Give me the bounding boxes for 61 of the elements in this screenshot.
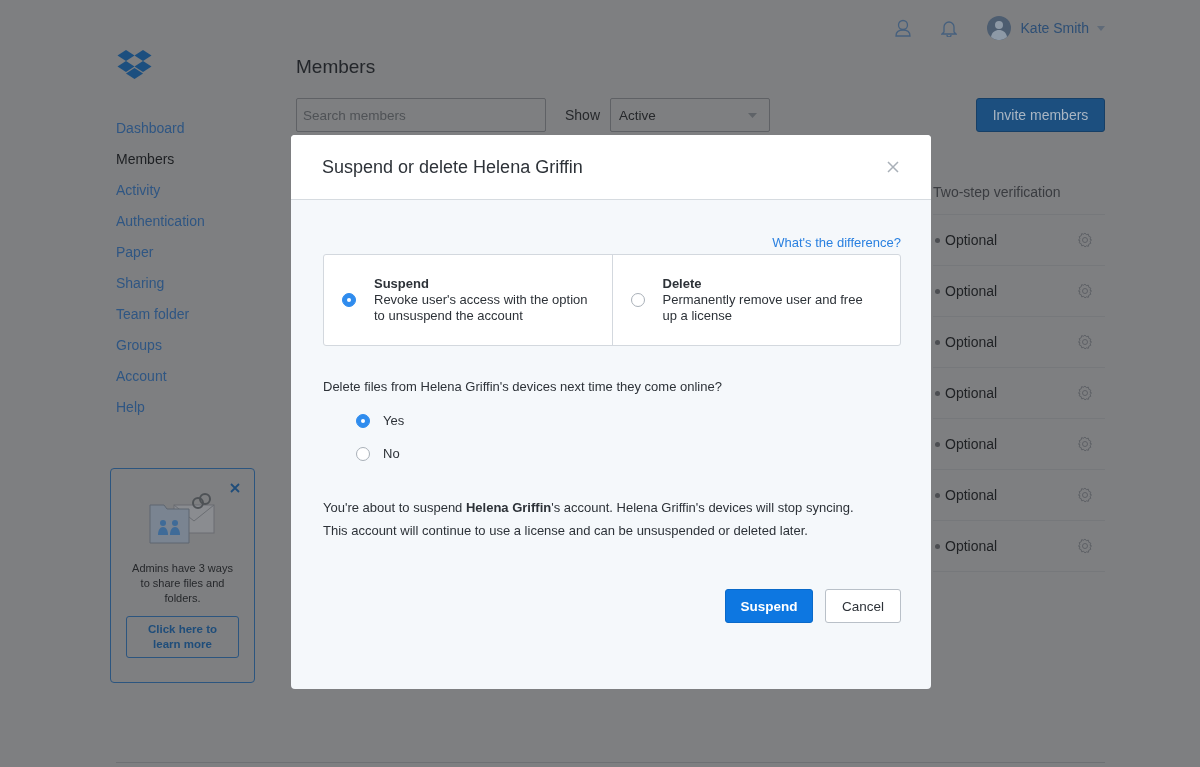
- settings-icon[interactable]: [1077, 283, 1093, 299]
- settings-icon[interactable]: [1077, 538, 1093, 554]
- status-dot: [935, 492, 940, 498]
- radio-button[interactable]: [630, 293, 645, 307]
- caret-icon: [748, 112, 758, 118]
- page-title: Members: [296, 55, 377, 79]
- message-text: This account will continue to use a license and can be unsuspended or deleted later.: [323, 522, 809, 540]
- table-cell-text: Optional: [945, 283, 999, 299]
- table-cell-text: Optional: [945, 334, 999, 350]
- sidebar-item[interactable]: Dashboard: [110, 113, 205, 144]
- filter-label: Show: [565, 107, 601, 123]
- bell-icon[interactable]: [940, 19, 957, 37]
- settings-icon[interactable]: [1077, 385, 1093, 401]
- sidebar-item[interactable]: Authentication: [110, 206, 205, 237]
- filter-dropdown[interactable]: Active: [610, 98, 771, 132]
- sidebar-item[interactable]: Help: [110, 392, 205, 423]
- status-dot: [935, 288, 940, 294]
- table-cell-text: Optional: [945, 538, 999, 554]
- status-dot: [935, 441, 940, 447]
- promo-text: Admins have 3 ways to share files and folders.: [131, 561, 234, 606]
- radio-button[interactable]: [356, 413, 370, 428]
- help-link[interactable]: What's the difference?: [772, 234, 901, 252]
- avatar: [986, 16, 1011, 40]
- status-dot: [935, 237, 940, 243]
- dialog-title: Suspend or delete Helena Griffin: [322, 156, 583, 178]
- sidebar-item[interactable]: Paper: [110, 237, 205, 268]
- user-icon[interactable]: [894, 19, 911, 37]
- sidebar-item[interactable]: Activity: [110, 175, 205, 206]
- user-menu[interactable]: Kate Smith: [986, 16, 1105, 40]
- caret-icon: [1097, 25, 1105, 31]
- sidebar-item[interactable]: Members: [110, 144, 205, 175]
- table-cell-text: Optional: [945, 487, 999, 503]
- column-header: Two-step verification: [933, 180, 1105, 215]
- sidebar-item[interactable]: Account: [110, 361, 205, 392]
- radio-label: No: [383, 446, 400, 461]
- settings-icon[interactable]: [1077, 232, 1093, 248]
- option-text: Suspend Revoke user's access with the option to unsuspend the account: [374, 276, 589, 324]
- cancel-button[interactable]: Cancel: [825, 589, 901, 623]
- status-dot: [935, 543, 940, 549]
- table-cell-text: Optional: [945, 436, 999, 452]
- close-icon[interactable]: [887, 161, 899, 173]
- status-dot: [935, 390, 940, 396]
- invite-button[interactable]: Invite members: [976, 98, 1105, 132]
- settings-icon[interactable]: [1077, 436, 1093, 452]
- question-text: Delete files from Helena Griffin's devices next time they come online?: [323, 378, 723, 396]
- learn-more-button[interactable]: Click here to learn more: [126, 616, 239, 658]
- settings-icon[interactable]: [1077, 334, 1093, 350]
- settings-icon[interactable]: [1077, 487, 1093, 503]
- option-text: Delete Permanently remove user and free up a license: [662, 276, 864, 324]
- sidebar-item[interactable]: Team folder: [110, 299, 205, 330]
- status-dot: [935, 339, 940, 345]
- radio-label: Yes: [383, 413, 405, 428]
- close-icon[interactable]: [230, 483, 240, 493]
- radio-button[interactable]: [342, 293, 356, 307]
- sidebar-item[interactable]: Groups: [110, 330, 205, 361]
- radio-button[interactable]: [356, 446, 370, 461]
- message-text: You're about to suspend Helena Griffin's account. Helena Griffin's devices will stop syncing.: [323, 499, 855, 517]
- table-cell-text: Optional: [945, 385, 999, 401]
- sidebar-item[interactable]: Sharing: [110, 268, 205, 299]
- suspend-button[interactable]: Suspend: [725, 589, 813, 623]
- table-cell-text: Optional: [945, 232, 999, 248]
